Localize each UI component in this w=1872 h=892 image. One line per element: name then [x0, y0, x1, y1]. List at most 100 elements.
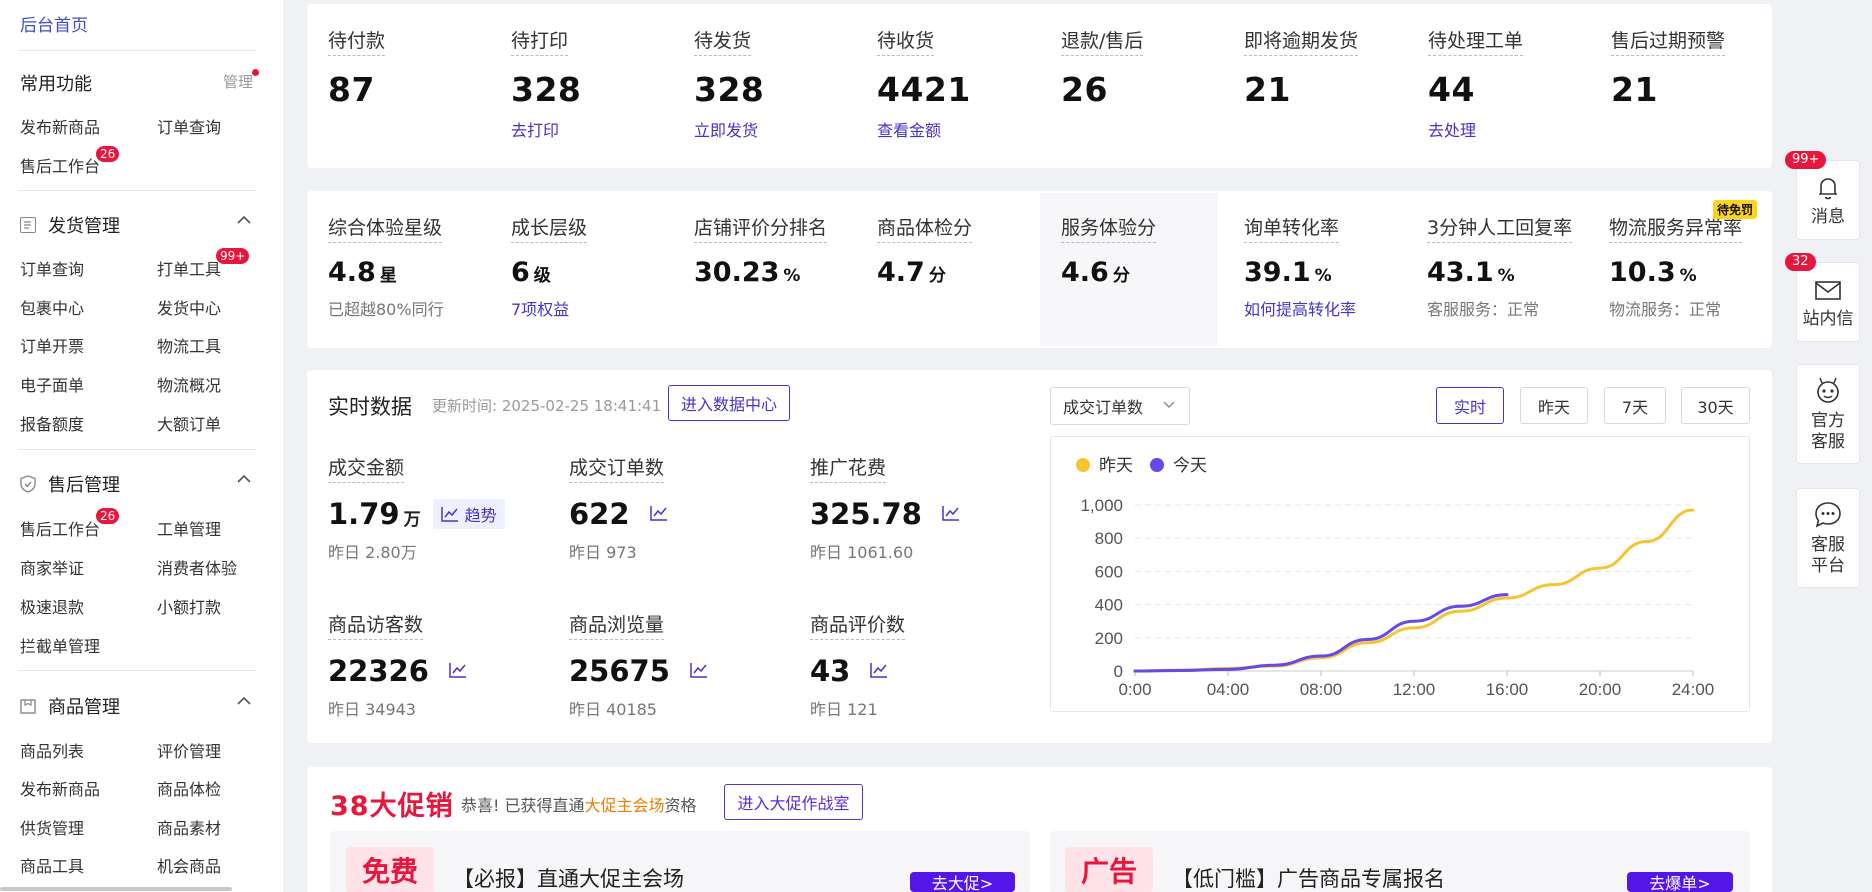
order-stat-5[interactable]: 即将逾期发货 21: [1244, 26, 1359, 109]
sidebar-item-goods-list[interactable]: 商品列表: [20, 738, 84, 762]
messages-button[interactable]: 消息: [1796, 160, 1860, 240]
metric-4[interactable]: 服务体验分 4.6 分: [1061, 213, 1157, 288]
metric-sub: 已超越80%同行: [328, 300, 444, 319]
sidebar-item-intercept[interactable]: 拦截单管理: [20, 633, 100, 657]
sidebar-item-publish[interactable]: 发布新商品: [20, 776, 100, 800]
sidebar-item-logistics-tool[interactable]: 物流工具: [157, 333, 221, 357]
promo-war-room-button[interactable]: 进入大促作战室: [724, 784, 863, 820]
sidebar-item-logistics-overview[interactable]: 物流概况: [157, 372, 221, 396]
sidebar-section-shipping[interactable]: 发货管理: [20, 212, 120, 238]
range-yesterday-button[interactable]: 昨天: [1520, 387, 1588, 424]
sidebar-item-supply[interactable]: 供货管理: [20, 815, 84, 839]
metric-2[interactable]: 店铺评价分排名 30.23%: [694, 213, 828, 288]
promo-message: 恭喜! 已获得直通大促主会场资格: [461, 792, 697, 816]
promo-sub-text: 【必报】直通大促主会场: [453, 867, 684, 891]
sidebar-item-quota[interactable]: 报备额度: [20, 411, 84, 435]
metric-unit: %: [1314, 266, 1332, 286]
range-30d-button[interactable]: 30天: [1681, 387, 1750, 424]
metric-sub[interactable]: 7项权益: [511, 296, 587, 320]
sidebar-item-order-query[interactable]: 订单查询: [157, 114, 221, 138]
order-stat-label: 退款/售后: [1061, 26, 1144, 56]
metric-0[interactable]: 综合体验星级 4.8 星已超越80%同行: [328, 213, 444, 320]
sidebar-item-large-orders[interactable]: 大额订单: [157, 411, 221, 435]
chevron-up-icon[interactable]: [237, 693, 251, 709]
messages-badge: 99+: [1785, 151, 1827, 169]
chart-trend-icon[interactable]: [870, 662, 888, 680]
order-stat-7[interactable]: 售后过期预警 21: [1611, 26, 1726, 109]
chart-trend-icon: [440, 507, 458, 522]
sidebar-item-aftersale-desk[interactable]: 售后工作台: [20, 153, 100, 177]
metric-value: 43.1%: [1427, 257, 1572, 288]
metric-3[interactable]: 商品体检分 4.7 分: [877, 213, 973, 288]
official-service-button[interactable]: 官方客服: [1796, 364, 1860, 464]
sidebar-section-aftersale[interactable]: 售后管理: [20, 471, 120, 497]
chart-trend-icon[interactable]: [449, 662, 467, 680]
metric-value: 4.8 星: [328, 257, 444, 288]
realtime-title: 实时数据: [328, 395, 412, 419]
sidebar-item-e-waybill[interactable]: 电子面单: [20, 372, 84, 396]
service-platform-button[interactable]: 客服平台: [1796, 488, 1860, 588]
sidebar-item-aftersale-desk[interactable]: 售后工作台: [20, 516, 100, 540]
chart-trend-icon[interactable]: [649, 505, 668, 523]
chart-trend-icon[interactable]: [690, 662, 708, 680]
metric-6[interactable]: 3分钟人工回复率 43.1% 客服服务：正常: [1427, 213, 1573, 320]
sidebar-item-publish[interactable]: 发布新商品: [20, 114, 100, 138]
go-boost-button[interactable]: 去爆单>: [1627, 872, 1733, 892]
x-tick-label: 04:00: [1207, 680, 1250, 699]
order-stat-2[interactable]: 待发货 328 立即发货: [694, 26, 764, 141]
sidebar-section-goods[interactable]: 商品管理: [20, 693, 120, 719]
chart-trend-icon[interactable]: [942, 505, 960, 523]
metric-7[interactable]: 物流服务异常率 10.3% 物流服务：正常: [1609, 213, 1743, 320]
order-stat-label: 待处理工单: [1428, 26, 1524, 56]
order-stat-link[interactable]: 去打印: [511, 117, 581, 141]
metric-5[interactable]: 询单转化率 39.1% 如何提高转化率: [1244, 213, 1356, 320]
metric-select-value: 成交订单数: [1063, 398, 1144, 417]
metric-1[interactable]: 成长层级 6 级 7项权益: [511, 213, 588, 320]
sidebar-home-link[interactable]: 后台首页: [20, 11, 88, 36]
go-promo-button[interactable]: 去大促>: [910, 872, 1015, 892]
sidebar-item-invoice[interactable]: 订单开票: [20, 333, 84, 357]
metric-sub[interactable]: 如何提高转化率: [1244, 296, 1356, 320]
sidebar-item-order-query[interactable]: 订单查询: [20, 256, 84, 280]
metric-number: 30.23: [694, 257, 780, 288]
sidebar-item-opportunity[interactable]: 机会商品: [157, 853, 221, 877]
range-realtime-button[interactable]: 实时: [1436, 387, 1504, 424]
order-stat-6[interactable]: 待处理工单 44 去处理: [1428, 26, 1524, 141]
sidebar-item-quick-refund[interactable]: 极速退款: [20, 594, 84, 618]
chevron-up-icon[interactable]: [237, 212, 251, 228]
enter-data-center-button[interactable]: 进入数据中心: [668, 385, 790, 421]
sidebar-item-ship-center[interactable]: 发货中心: [157, 295, 221, 319]
sidebar-item-parcel-center[interactable]: 包裹中心: [20, 295, 84, 319]
order-stat-1[interactable]: 待打印 328 去打印: [511, 26, 581, 141]
horizontal-scrollbar[interactable]: [0, 887, 232, 891]
order-stat-link[interactable]: 立即发货: [694, 117, 764, 141]
divider: [18, 670, 256, 671]
chevron-up-icon[interactable]: [237, 471, 251, 487]
inbox-button[interactable]: 站内信: [1796, 262, 1860, 342]
sidebar-item-ticket-manage[interactable]: 工单管理: [157, 516, 221, 540]
legend-label: 昨天: [1099, 456, 1133, 475]
sidebar-item-consumer-exp[interactable]: 消费者体验: [157, 555, 237, 579]
sidebar-item-goods-check[interactable]: 商品体检: [157, 776, 221, 800]
realtime-metric-0: 成交金额 1.79 万 趋势 昨日 2.80万: [328, 453, 505, 563]
order-stat-3[interactable]: 待收货 4421 查看金额: [877, 26, 971, 141]
order-stat-label: 待发货: [694, 26, 752, 56]
manage-link[interactable]: 管理: [223, 71, 253, 92]
order-stat-4[interactable]: 退款/售后 26: [1061, 26, 1144, 109]
realtime-metric-4: 商品浏览量 25675 昨日 40185: [569, 610, 708, 720]
sidebar-item-review-manage[interactable]: 评价管理: [157, 738, 221, 762]
sidebar-item-materials[interactable]: 商品素材: [157, 815, 221, 839]
sidebar: 后台首页 常用功能 管理 发布新商品 订单查询 售后工作台 26 发货管理 订单…: [0, 0, 283, 892]
metric-select[interactable]: 成交订单数: [1050, 387, 1190, 425]
order-stat-link[interactable]: 去处理: [1428, 117, 1523, 141]
sidebar-item-goods-tool[interactable]: 商品工具: [20, 853, 84, 877]
realtime-metric-label: 成交金额: [328, 453, 405, 483]
order-stat-link[interactable]: 查看金额: [877, 117, 971, 141]
order-stat-0[interactable]: 待付款 87: [328, 26, 386, 109]
sidebar-item-merchant-proof[interactable]: 商家举证: [20, 555, 84, 579]
trend-button[interactable]: 趋势: [432, 499, 505, 529]
range-7d-button[interactable]: 7天: [1604, 387, 1666, 424]
sidebar-item-small-payment[interactable]: 小额打款: [157, 594, 221, 618]
sidebar-item-print-tool[interactable]: 打单工具: [157, 256, 221, 280]
inbox-badge: 32: [1785, 253, 1816, 271]
